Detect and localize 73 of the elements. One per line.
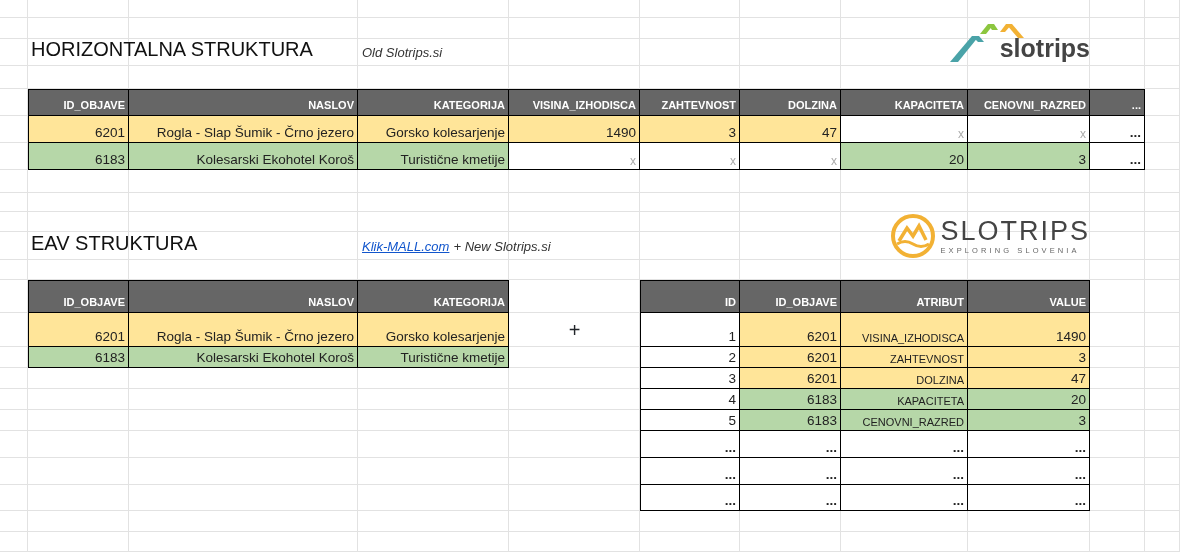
column-header: ...	[1090, 89, 1145, 116]
table-cell: Gorsko kolesarjenje	[358, 313, 509, 347]
table-cell: CENOVNI_RAZRED	[841, 410, 968, 431]
table-cell: 20	[968, 389, 1090, 410]
table-cell: 47	[740, 116, 841, 143]
logo-text: slotrips	[999, 36, 1090, 61]
table-cell: ...	[740, 458, 841, 485]
table-cell: ZAHTEVNOST	[841, 347, 968, 368]
table-cell: 6201	[740, 313, 841, 347]
table-cell: 3	[968, 410, 1090, 431]
table-cell: 6201	[28, 313, 129, 347]
column-header: ATRIBUT	[841, 280, 968, 313]
subtitle: Klik-MALL.com + New Slotrips.si	[361, 235, 552, 258]
table-cell: 20	[841, 143, 968, 170]
table-cell: 1490	[509, 116, 640, 143]
table-cell: 6183	[740, 389, 841, 410]
table-cell: ...	[740, 431, 841, 458]
column-header: KATEGORIJA	[358, 89, 509, 116]
table-cell: 6183	[740, 410, 841, 431]
table-cell: ...	[740, 485, 841, 511]
logo-icon	[890, 213, 937, 259]
table-cell: 3	[640, 116, 740, 143]
table-cell: x	[640, 143, 740, 170]
section-title: EAV STRUKTURA	[30, 232, 199, 256]
table-cell: VISINA_IZHODISCA	[841, 313, 968, 347]
column-header: ID_OBJAVE	[28, 89, 129, 116]
table-cell: 47	[968, 368, 1090, 389]
table-cell: ...	[841, 485, 968, 511]
column-header: CENOVNI_RAZRED	[968, 89, 1090, 116]
column-header: ID_OBJAVE	[740, 280, 841, 313]
column-header: KATEGORIJA	[358, 280, 509, 313]
column-header: KAPACITETA	[841, 89, 968, 116]
table-cell: Turistične kmetije	[358, 347, 509, 368]
table-cell: Rogla - Slap Šumik - Črno jezero	[129, 116, 358, 143]
table-cell: 6183	[28, 143, 129, 170]
table-cell: 1490	[968, 313, 1090, 347]
table-cell: ...	[968, 458, 1090, 485]
table-cell: ...	[1090, 116, 1145, 143]
link[interactable]: Klik-MALL.com	[362, 236, 450, 256]
table-cell: ...	[640, 431, 740, 458]
column-header: ZAHTEVNOST	[640, 89, 740, 116]
column-header: NASLOV	[129, 89, 358, 116]
table-cell: ...	[640, 458, 740, 485]
table-cell: 6183	[28, 347, 129, 368]
section-title: HORIZONTALNA STRUKTURA	[30, 39, 314, 62]
table-cell: ...	[1090, 143, 1145, 170]
table-cell: KAPACITETA	[841, 389, 968, 410]
table-cell: x	[509, 143, 640, 170]
table-cell: ...	[968, 431, 1090, 458]
column-header: VISINA_IZHODISCA	[509, 89, 640, 116]
table-cell: Gorsko kolesarjenje	[358, 116, 509, 143]
table-cell: Rogla - Slap Šumik - Črno jezero	[129, 313, 358, 347]
table-cell: 3	[968, 347, 1090, 368]
table-cell: 6201	[740, 347, 841, 368]
table-cell: 6201	[740, 368, 841, 389]
logo-text: SLOTRIPS	[940, 217, 1090, 245]
table-cell: Turistične kmetije	[358, 143, 509, 170]
column-header: NASLOV	[129, 280, 358, 313]
plus-sign: +	[568, 318, 581, 343]
column-header: ID	[640, 280, 740, 313]
table-cell: ...	[640, 485, 740, 511]
table-cell: ...	[841, 458, 968, 485]
column-header: DOLZINA	[740, 89, 841, 116]
table-cell: ...	[841, 431, 968, 458]
column-header: ID_OBJAVE	[28, 280, 129, 313]
table-cell: Kolesarski Ekohotel Koroš	[129, 143, 358, 170]
table-cell: 6201	[28, 116, 129, 143]
table-cell: 3	[968, 143, 1090, 170]
table-cell: Kolesarski Ekohotel Koroš	[129, 347, 358, 368]
table-cell: ...	[968, 485, 1090, 511]
subtitle: Old Slotrips.si	[361, 43, 444, 62]
table-cell: DOLZINA	[841, 368, 968, 389]
column-header: VALUE	[968, 280, 1090, 313]
